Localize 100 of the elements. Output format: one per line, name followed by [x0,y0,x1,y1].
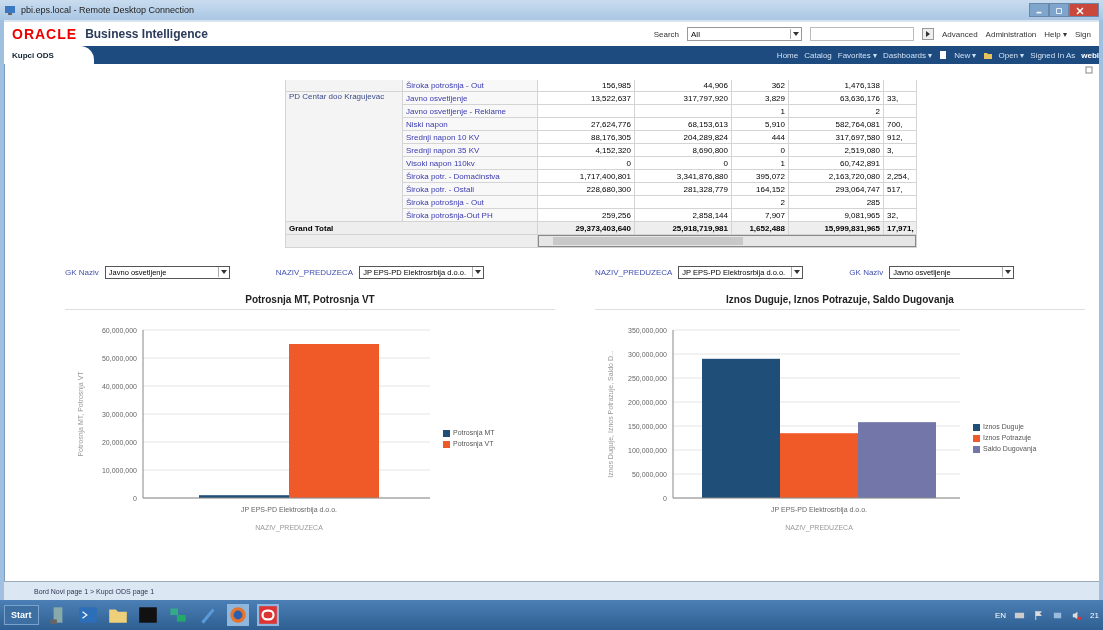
table-cell [883,104,917,118]
table-cell: 164,152 [731,182,789,196]
nav-link[interactable]: Catalog [804,50,832,60]
table-cell: 2,254, [883,169,917,183]
page-options-icon[interactable] [1085,66,1093,74]
table-cell: 44,906 [634,80,732,92]
table-cell: 700, [883,117,917,131]
product-name: Business Intelligence [85,27,208,41]
flag-icon[interactable] [1033,609,1045,621]
table-cell: 1 [731,156,789,170]
table-cell: 285 [788,195,884,209]
table-cell: 2,858,144 [634,208,732,222]
table-cell: 2,519,080 [788,143,884,157]
table-cell: 2,163,720,080 [788,169,884,183]
language-indicator[interactable]: EN [994,610,1007,620]
table-cell: 88,176,305 [537,130,635,144]
filter-label: GK Naziv [65,267,99,277]
horizontal-scrollbar[interactable] [538,235,916,247]
browser-icon[interactable] [226,604,249,626]
table-cell: 13,522,637 [537,91,635,105]
header-link[interactable]: Administration [985,29,1037,39]
table-cell: 7,907 [731,208,789,222]
chart-title: Iznos Duguje, Iznos Potrazuje, Saldo Dugovanja [595,294,1085,310]
table-cell: 0 [634,156,732,170]
header-link[interactable]: Help ▾ [1044,29,1067,39]
dropdown-icon [793,268,802,276]
maximize-icon [1055,6,1063,16]
window-title: pbi.eps.local - Remote Desktop Connection [21,5,195,15]
table-cell: 204,289,824 [634,130,732,144]
nav-link[interactable]: Favorites ▾ [837,50,877,60]
table-cell: 3, [883,143,917,157]
table-cell [883,195,917,209]
table-cell: 444 [731,130,789,144]
legend-swatch [443,429,450,437]
table-cell: 582,764,081 [788,117,884,131]
filter-label: GK Naziv [849,267,884,277]
header-link[interactable]: Sign [1075,29,1091,39]
legend-swatch [973,435,980,442]
nav-link[interactable]: Dashboards ▾ [882,50,933,60]
table-cell: 0 [537,156,635,170]
table-cell [883,80,917,92]
table-cell: 228,680,300 [537,182,635,196]
table-cell: 4,152,320 [537,143,635,157]
legend-swatch [443,440,450,448]
table-cell: 362 [731,80,789,92]
nav-link[interactable]: New ▾ [954,50,977,60]
table-cell: 517, [883,182,917,196]
nav-link[interactable]: Home [776,50,799,60]
table-cell: 281,328,779 [634,182,732,196]
table-cell: 33, [883,91,917,105]
clock[interactable]: 21 [1090,610,1099,620]
table-cell: 32, [883,208,917,222]
dropdown-icon [474,268,483,276]
table-cell: 1 [731,104,789,118]
filter-label: NAZIV_PREDUZECA [595,267,673,277]
arrow-icon [924,30,932,38]
table-cell: 9,081,965 [788,208,884,222]
nav-link[interactable]: Open ▾ [998,50,1025,60]
remote-desktop-icon [4,4,16,16]
table-cell: 2 [788,104,884,118]
table-cell [883,156,917,170]
table-cell: 1,717,400,801 [537,169,635,183]
minimize-button[interactable] [1029,3,1049,17]
header-link[interactable]: Advanced [942,29,978,39]
table-cell: 27,624,776 [537,117,635,131]
table-cell: 5,910 [731,117,789,131]
maximize-button[interactable] [1049,3,1069,17]
chart-title: Potrosnja MT, Potrosnja VT [65,294,555,310]
legend-swatch [973,446,980,453]
console-icon[interactable] [136,604,159,626]
signed-in-label: Signed In As [1030,50,1076,60]
folder-icon [982,50,993,60]
start-button[interactable]: Start [4,605,39,625]
close-icon [1075,6,1085,16]
table-cell: 293,064,747 [788,182,884,196]
group-cell: PD Centar doo Kragujevac [285,91,403,222]
table-cell: 2 [731,195,789,209]
table-cell: 63,636,176 [788,91,884,105]
ring-icon[interactable] [256,604,279,626]
search-label: Search [653,29,679,39]
table-cell: 912, [883,130,917,144]
table-cell: 0 [731,143,789,157]
terminal-icon[interactable] [76,604,99,626]
filter-label: NAZIV_PREDUZECA [275,267,354,277]
volume-icon[interactable] [1071,609,1083,621]
dashboard-tab[interactable]: Kupci ODS [4,46,94,64]
dropdown-icon [792,30,800,38]
dropdown-icon [1004,268,1013,276]
close-button[interactable] [1069,3,1099,17]
search-field[interactable] [810,27,914,41]
table-cell: 8,690,800 [634,143,732,157]
table-cell: 317,697,580 [788,130,884,144]
table-cell: 68,153,613 [634,117,732,131]
table-cell: 259,256 [537,208,635,222]
search-scope-dropdown[interactable]: All [687,27,802,41]
table-cell: 3,341,876,880 [634,169,732,183]
search-button[interactable] [922,28,934,40]
row-label-link[interactable]: Široka potrošnja - Out [402,80,538,92]
table-cell: 317,797,920 [634,91,732,105]
user-name[interactable]: webl [1081,50,1099,60]
